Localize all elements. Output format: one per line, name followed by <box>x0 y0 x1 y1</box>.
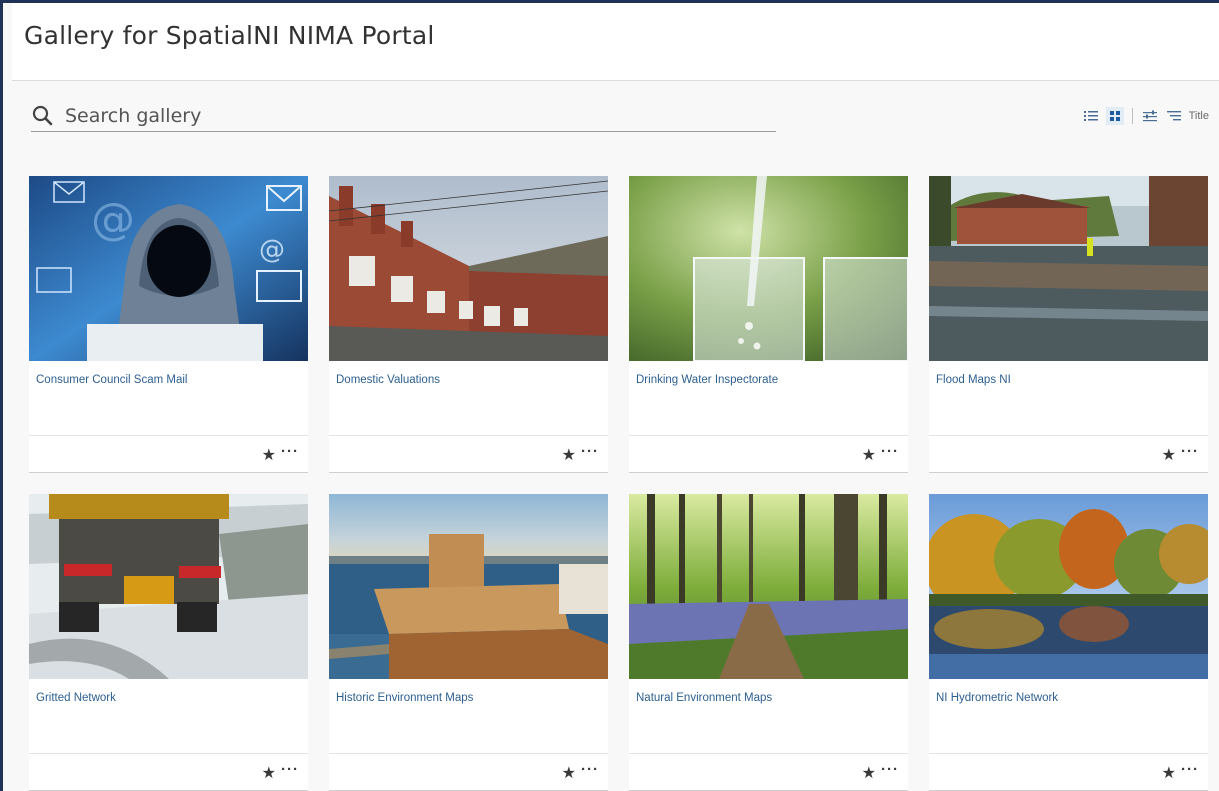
gallery-grid: @ @ Consumer Council Scam Mail ★ ··· Dom… <box>29 176 1208 791</box>
gallery-card[interactable]: Drinking Water Inspectorate ★ ··· <box>629 176 908 473</box>
hacker-laptop-email-image[interactable]: @ @ <box>29 176 308 361</box>
page-header: Gallery for SpatialNI NIMA Portal <box>12 3 1219 81</box>
card-title[interactable]: Drinking Water Inspectorate <box>636 374 778 386</box>
sort-label[interactable]: Title <box>1189 110 1209 122</box>
bluebell-woodland-path-image[interactable] <box>629 494 908 679</box>
card-footer: ★ ··· <box>329 435 608 472</box>
star-icon[interactable]: ★ <box>562 445 576 465</box>
water-glass-image[interactable] <box>629 176 908 361</box>
gallery-card[interactable]: Domestic Valuations ★ ··· <box>329 176 608 473</box>
card-title[interactable]: Consumer Council Scam Mail <box>36 374 187 386</box>
card-footer: ★ ··· <box>29 435 308 472</box>
ellipsis-icon[interactable]: ··· <box>881 761 899 778</box>
search-input[interactable] <box>65 102 765 130</box>
star-icon[interactable]: ★ <box>1162 445 1176 465</box>
page-title: Gallery for SpatialNI NIMA Portal <box>24 21 435 50</box>
flooded-street-image[interactable] <box>929 176 1208 361</box>
card-footer: ★ ··· <box>29 753 308 790</box>
star-icon[interactable]: ★ <box>862 763 876 783</box>
ellipsis-icon[interactable]: ··· <box>281 443 299 460</box>
card-title[interactable]: Historic Environment Maps <box>336 692 473 704</box>
gallery-card[interactable]: @ @ Consumer Council Scam Mail ★ ··· <box>29 176 308 473</box>
sort-icon[interactable] <box>1165 107 1183 125</box>
star-icon[interactable]: ★ <box>262 763 276 783</box>
toolbar-divider <box>1131 108 1133 124</box>
star-icon[interactable]: ★ <box>862 445 876 465</box>
castle-harbour-image[interactable] <box>329 494 608 679</box>
ellipsis-icon[interactable]: ··· <box>581 761 599 778</box>
card-footer: ★ ··· <box>629 753 908 790</box>
star-icon[interactable]: ★ <box>562 763 576 783</box>
gallery-card[interactable]: Historic Environment Maps ★ ··· <box>329 494 608 791</box>
ellipsis-icon[interactable]: ··· <box>1181 443 1199 460</box>
card-title[interactable]: Flood Maps NI <box>936 374 1011 386</box>
card-title[interactable]: Gritted Network <box>36 692 116 704</box>
search-icon[interactable] <box>31 104 55 128</box>
list-view-icon[interactable] <box>1082 107 1100 125</box>
star-icon[interactable]: ★ <box>1162 763 1176 783</box>
grid-view-icon[interactable] <box>1105 107 1124 125</box>
autumn-river-image[interactable] <box>929 494 1208 679</box>
gallery-card[interactable]: NI Hydrometric Network ★ ··· <box>929 494 1208 791</box>
ellipsis-icon[interactable]: ··· <box>881 443 899 460</box>
card-title[interactable]: NI Hydrometric Network <box>936 692 1058 704</box>
filter-icon[interactable] <box>1141 107 1159 125</box>
gallery-card[interactable]: Flood Maps NI ★ ··· <box>929 176 1208 473</box>
view-toolbar: Title <box>1082 106 1209 126</box>
gritting-truck-snow-image[interactable] <box>29 494 308 679</box>
card-title[interactable]: Domestic Valuations <box>336 374 440 386</box>
card-footer: ★ ··· <box>929 435 1208 472</box>
svg-text:@: @ <box>91 194 135 245</box>
star-icon[interactable]: ★ <box>262 445 276 465</box>
terraced-houses-image[interactable] <box>329 176 608 361</box>
card-footer: ★ ··· <box>929 753 1208 790</box>
ellipsis-icon[interactable]: ··· <box>281 761 299 778</box>
card-footer: ★ ··· <box>329 753 608 790</box>
svg-text:@: @ <box>259 235 285 265</box>
search-bar <box>31 100 776 132</box>
ellipsis-icon[interactable]: ··· <box>581 443 599 460</box>
gallery-card[interactable]: Gritted Network ★ ··· <box>29 494 308 791</box>
card-title[interactable]: Natural Environment Maps <box>636 692 772 704</box>
card-footer: ★ ··· <box>629 435 908 472</box>
gallery-card[interactable]: Natural Environment Maps ★ ··· <box>629 494 908 791</box>
ellipsis-icon[interactable]: ··· <box>1181 761 1199 778</box>
